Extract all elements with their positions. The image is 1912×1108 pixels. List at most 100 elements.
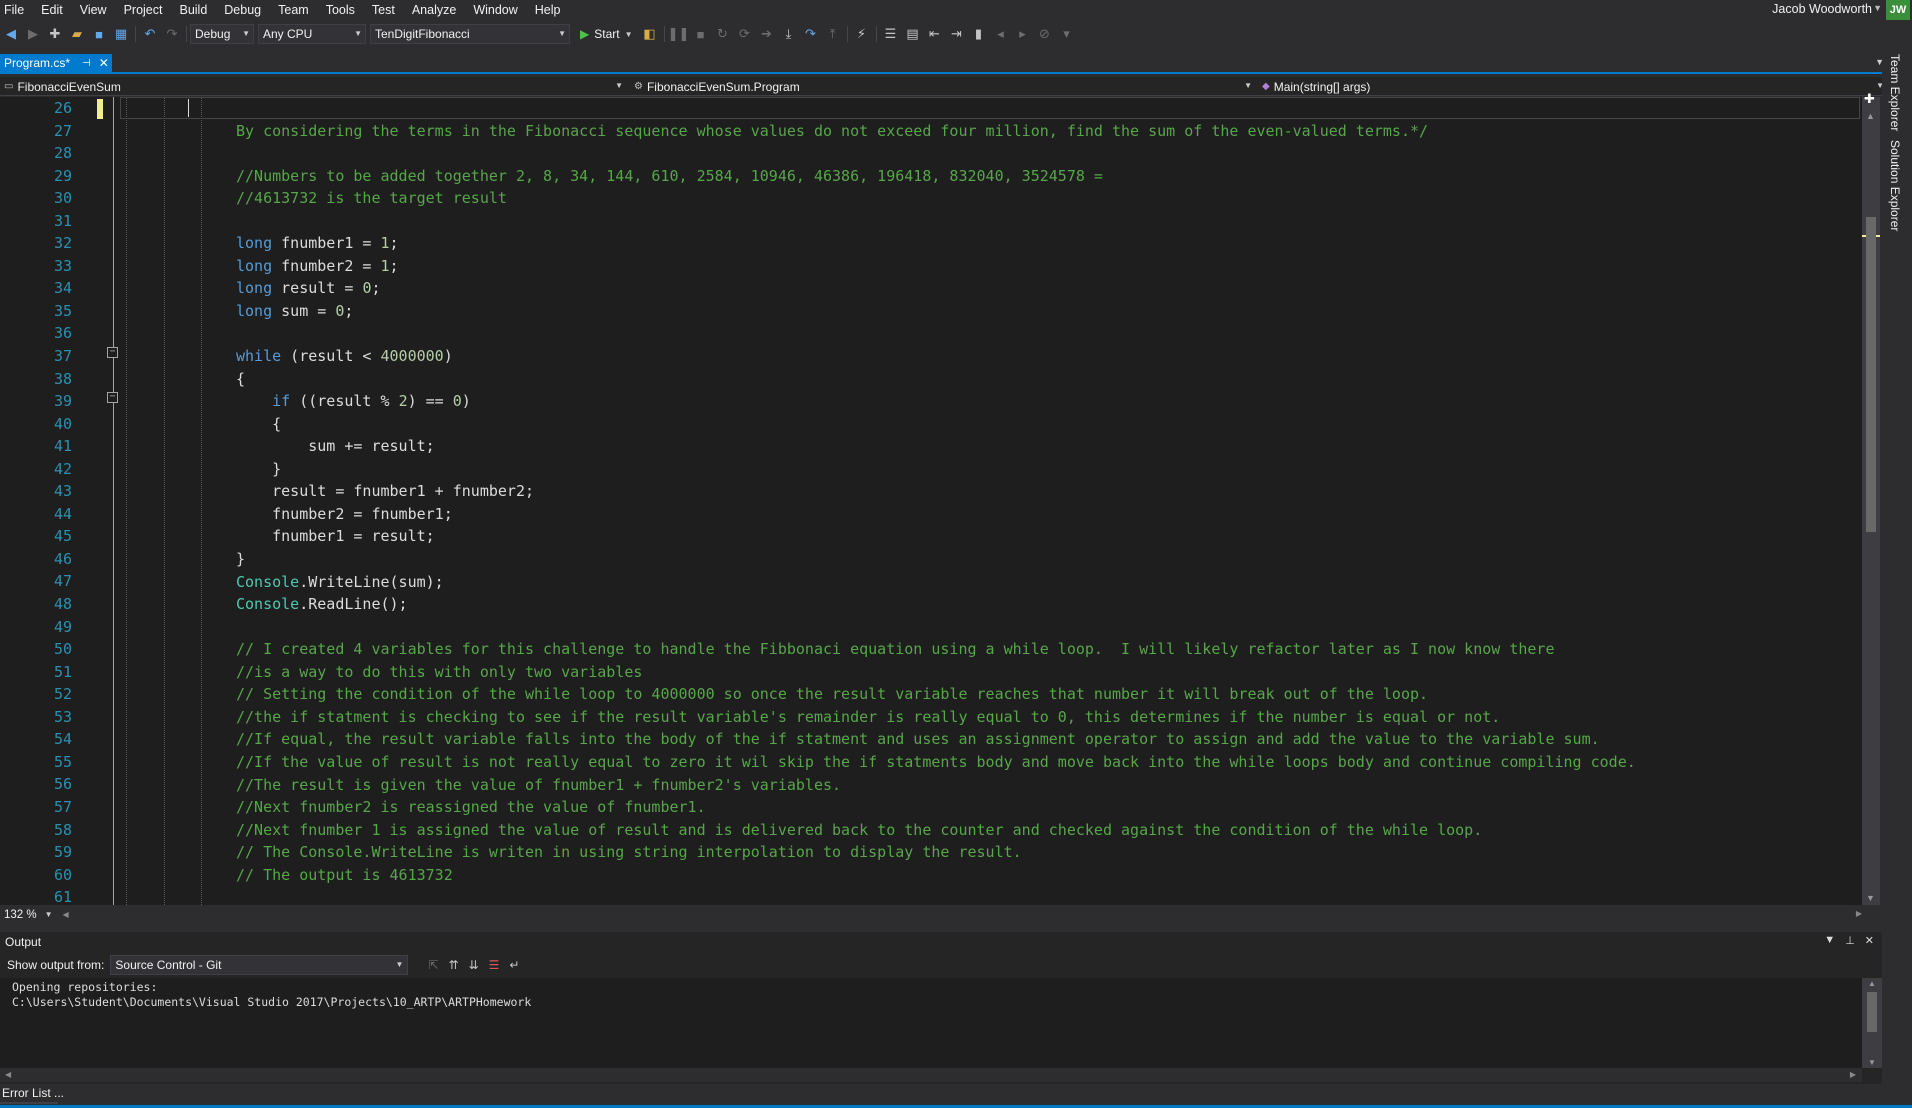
- close-icon[interactable]: ✕: [99, 56, 109, 70]
- tab-error-list[interactable]: Error List ...: [0, 1086, 64, 1100]
- code-line[interactable]: {: [164, 413, 281, 436]
- scroll-down-icon[interactable]: ▼: [1868, 1058, 1876, 1067]
- menu-debug[interactable]: Debug: [216, 3, 270, 17]
- redo-icon[interactable]: ↷: [161, 23, 183, 45]
- code-line[interactable]: // Setting the condition of the while lo…: [164, 683, 1428, 706]
- decrease-indent-icon[interactable]: ⇤: [924, 23, 946, 45]
- output-horizontal-scrollbar[interactable]: ◀ ▶: [0, 1068, 1862, 1082]
- start-debugging-button[interactable]: ▶ Start ▼: [574, 23, 639, 45]
- code-line[interactable]: //Next fnumber2 is reassigned the value …: [164, 796, 706, 819]
- break-all-icon[interactable]: ❚❚: [668, 23, 690, 45]
- split-window-icon[interactable]: ✚: [1864, 91, 1875, 107]
- toolbar-options-icon[interactable]: ▾: [1056, 23, 1078, 45]
- type-nav-select[interactable]: ⚙ FibonacciEvenSum.Program ▼: [630, 77, 1254, 96]
- code-line[interactable]: //is a way to do this with only two vari…: [164, 661, 642, 684]
- code-line[interactable]: //the if statment is checking to see if …: [164, 706, 1500, 729]
- open-file-icon[interactable]: ▰: [66, 23, 88, 45]
- step-out-icon[interactable]: ⤒: [822, 23, 844, 45]
- code-line[interactable]: long fnumber2 = 1;: [164, 255, 399, 278]
- code-line[interactable]: Console.WriteLine(sum);: [164, 571, 444, 594]
- code-line[interactable]: fnumber1 = result;: [164, 525, 435, 548]
- undo-icon[interactable]: ↶: [139, 23, 161, 45]
- next-bookmark-icon[interactable]: ▸: [1012, 23, 1034, 45]
- step-into-icon[interactable]: ⤓: [778, 23, 800, 45]
- code-line[interactable]: {: [164, 368, 245, 391]
- code-line[interactable]: By considering the terms in the Fibonacc…: [164, 120, 1428, 143]
- toggle-comment-icon[interactable]: ☰: [880, 23, 902, 45]
- avatar[interactable]: JW: [1886, 0, 1910, 20]
- auto-hide-pin-icon[interactable]: ⊥: [1845, 934, 1855, 947]
- previous-bookmark-icon[interactable]: ◂: [990, 23, 1012, 45]
- code-line[interactable]: // The Console.WriteLine is writen in us…: [164, 841, 1022, 864]
- editor-vertical-scrollbar[interactable]: ✚ ▲ ▼: [1862, 91, 1880, 905]
- startup-project-select[interactable]: TenDigitFibonacci ▼: [370, 24, 570, 44]
- user-menu-chevron-icon[interactable]: ▼: [1873, 3, 1882, 13]
- menu-tools[interactable]: Tools: [318, 3, 364, 17]
- chevron-down-icon[interactable]: ▼: [45, 910, 53, 919]
- indicator-margin[interactable]: [0, 97, 22, 905]
- output-vertical-scrollbar[interactable]: ▲ ▼: [1862, 978, 1882, 1068]
- menu-build[interactable]: Build: [171, 3, 216, 17]
- solution-configuration-select[interactable]: Debug ▼: [190, 24, 254, 44]
- side-tab-team-explorer[interactable]: Team Explorer: [1888, 54, 1902, 131]
- code-line[interactable]: //If the value of result is not really e…: [164, 751, 1636, 774]
- increase-indent-icon[interactable]: ⇥: [946, 23, 968, 45]
- window-position-chevron-icon[interactable]: ▼: [1824, 934, 1835, 947]
- collapse-if-block-icon[interactable]: −: [107, 392, 118, 403]
- next-message-icon[interactable]: ⇊: [469, 958, 479, 972]
- code-map-icon[interactable]: ⚡: [851, 23, 873, 45]
- code-line[interactable]: sum += result;: [164, 435, 434, 458]
- code-line[interactable]: //The result is given the value of fnumb…: [164, 774, 841, 797]
- menu-project[interactable]: Project: [116, 3, 172, 17]
- step-over-icon[interactable]: ↷: [800, 23, 822, 45]
- menu-team[interactable]: Team: [270, 3, 318, 17]
- code-line[interactable]: long result = 0;: [164, 277, 381, 300]
- menu-window[interactable]: Window: [465, 3, 526, 17]
- project-nav-select[interactable]: ▭ FibonacciEvenSum ▼: [0, 77, 625, 96]
- code-line[interactable]: }: [164, 458, 281, 481]
- scroll-left-icon[interactable]: ◀: [5, 1070, 11, 1079]
- scrollbar-thumb[interactable]: [1866, 217, 1876, 532]
- user-name[interactable]: Jacob Woodworth: [1772, 2, 1872, 16]
- collapse-while-block-icon[interactable]: −: [107, 347, 118, 358]
- scroll-right-icon[interactable]: ▶: [1850, 1070, 1856, 1079]
- code-line[interactable]: //If equal, the result variable falls in…: [164, 728, 1600, 751]
- code-line[interactable]: while (result < 4000000): [164, 345, 453, 368]
- scroll-up-icon[interactable]: ▲: [1868, 979, 1876, 988]
- code-line[interactable]: Console.ReadLine();: [164, 593, 408, 616]
- show-next-statement-icon[interactable]: ➔: [756, 23, 778, 45]
- member-nav-select[interactable]: ◆ Main(string[] args) ▼: [1258, 77, 1886, 96]
- menu-analyze[interactable]: Analyze: [404, 3, 465, 17]
- new-project-icon[interactable]: ✚: [44, 23, 66, 45]
- clear-all-icon[interactable]: ☰: [489, 958, 500, 972]
- code-editor[interactable]: 26 27 28 29 30 31 32 33 34 35 36 37 38 39 40 41 42 43 44 45…: [0, 97, 1868, 905]
- menu-help[interactable]: Help: [527, 3, 570, 17]
- menu-test[interactable]: Test: [364, 3, 404, 17]
- navigate-back-icon[interactable]: ◀: [0, 23, 22, 45]
- save-all-icon[interactable]: ▦: [110, 23, 132, 45]
- code-line[interactable]: // The output is 4613732: [164, 864, 453, 887]
- previous-message-icon[interactable]: ⇈: [448, 958, 458, 972]
- menu-edit[interactable]: Edit: [33, 3, 72, 17]
- code-line[interactable]: long sum = 0;: [164, 300, 353, 323]
- code-line[interactable]: //4613732 is the target result: [164, 187, 507, 210]
- browser-link-icon[interactable]: ◧: [639, 23, 661, 45]
- restart-icon[interactable]: ↻: [712, 23, 734, 45]
- output-text[interactable]: Opening repositories: C:\Users\Student\D…: [0, 978, 1862, 1068]
- navigate-forward-icon[interactable]: ▶: [22, 23, 44, 45]
- code-line[interactable]: // I created 4 variables for this challe…: [164, 638, 1555, 661]
- code-line[interactable]: //Numbers to be added together 2, 8, 34,…: [164, 165, 1103, 188]
- refresh-icon[interactable]: ⟳: [734, 23, 756, 45]
- scroll-left-icon[interactable]: ◀: [63, 910, 69, 919]
- code-line[interactable]: long fnumber1 = 1;: [164, 232, 399, 255]
- scroll-down-icon[interactable]: ▼: [1866, 893, 1875, 903]
- code-line[interactable]: //Next fnumber 1 is assigned the value o…: [164, 819, 1482, 842]
- scroll-up-icon[interactable]: ▲: [1866, 111, 1875, 121]
- code-line[interactable]: result = fnumber1 + fnumber2;: [164, 480, 534, 503]
- pin-icon[interactable]: ⊣: [82, 58, 91, 69]
- code-line[interactable]: if ((result % 2) == 0): [164, 390, 471, 413]
- menu-file[interactable]: File: [0, 3, 33, 17]
- close-icon[interactable]: ✕: [1865, 934, 1874, 947]
- find-message-icon[interactable]: ⇱: [428, 958, 438, 972]
- code-line[interactable]: fnumber2 = fnumber1;: [164, 503, 453, 526]
